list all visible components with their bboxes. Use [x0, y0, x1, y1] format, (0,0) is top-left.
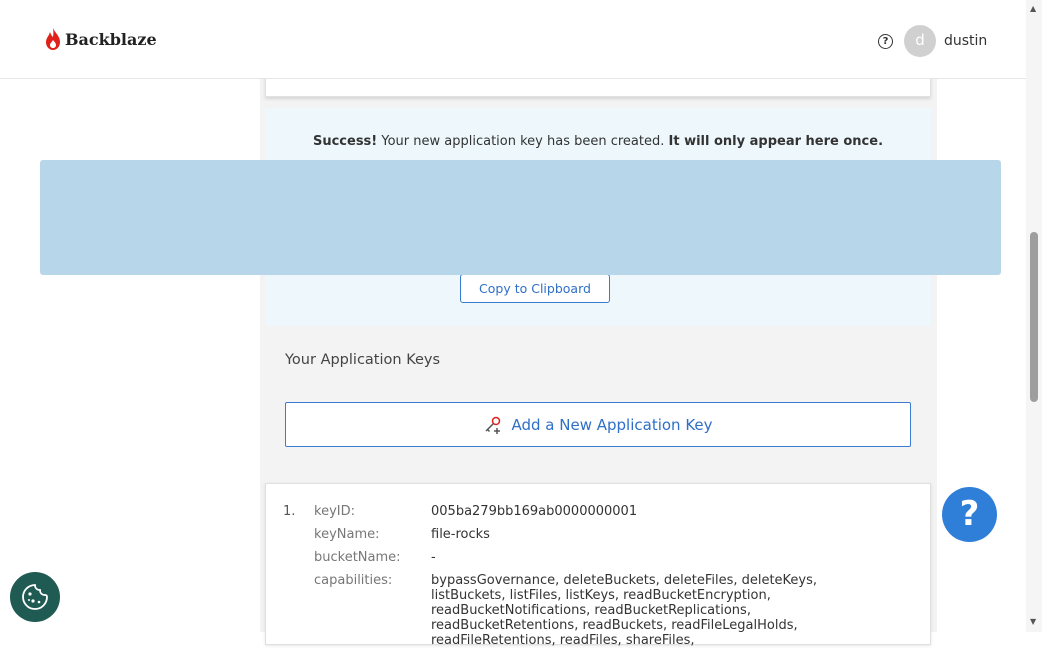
cookie-icon: [22, 584, 48, 610]
add-key-label: Add a New Application Key: [511, 415, 713, 434]
keyname-row: keyName: file-rocks: [314, 527, 871, 542]
success-strong: Success!: [312, 134, 378, 149]
success-message: Success! Your new application key has be…: [265, 134, 931, 149]
copy-to-clipboard-button[interactable]: Copy to Clipboard: [460, 274, 610, 303]
keyid-label: keyID:: [314, 504, 355, 519]
key-add-icon: [485, 416, 501, 434]
key-index: 1.: [283, 504, 296, 519]
application-keys-heading: Your Application Keys: [285, 352, 441, 368]
top-header: Backblaze ? d dustin: [0, 0, 1026, 79]
success-warning: It will only appear here once.: [668, 134, 884, 149]
bucketname-label: bucketName:: [314, 550, 401, 565]
redaction-overlay: [40, 160, 1001, 275]
key-list-item: 1. keyID: 005ba279bb169ab0000000001 keyNa…: [265, 483, 931, 648]
avatar[interactable]: d: [904, 25, 936, 57]
capabilities-row: capabilities: bypassGovernance, deleteBuc…: [314, 573, 871, 648]
username[interactable]: dustin: [944, 33, 987, 49]
keyname-value: file-rocks: [431, 527, 490, 542]
help-icon[interactable]: ?: [878, 34, 893, 49]
scroll-thumb[interactable]: [1030, 232, 1038, 402]
backblaze-logo[interactable]: Backblaze: [45, 28, 157, 50]
capabilities-value: bypassGovernance, deleteBuckets, deleteF…: [431, 573, 818, 648]
vertical-scrollbar[interactable]: ▲ ▼: [1026, 0, 1042, 632]
capabilities-label: capabilities:: [314, 573, 393, 588]
bucketname-value: -: [431, 550, 436, 565]
keyid-row: keyID: 005ba279bb169ab0000000001: [314, 504, 871, 519]
bucketname-row: bucketName: -: [314, 550, 871, 565]
cookie-settings-button[interactable]: [10, 572, 60, 622]
flame-icon: [46, 28, 60, 50]
scroll-down-arrow-icon[interactable]: ▼: [1030, 617, 1036, 626]
keyid-value: 005ba279bb169ab0000000001: [431, 504, 638, 519]
add-application-key-button[interactable]: Add a New Application Key: [285, 402, 911, 447]
help-chat-button[interactable]: ?: [942, 487, 997, 542]
success-body: Your new application key has been create…: [381, 134, 665, 149]
keyname-label: keyName:: [314, 527, 380, 542]
scroll-up-arrow-icon[interactable]: ▲: [1030, 4, 1036, 13]
brand-name: Backblaze: [65, 29, 157, 49]
